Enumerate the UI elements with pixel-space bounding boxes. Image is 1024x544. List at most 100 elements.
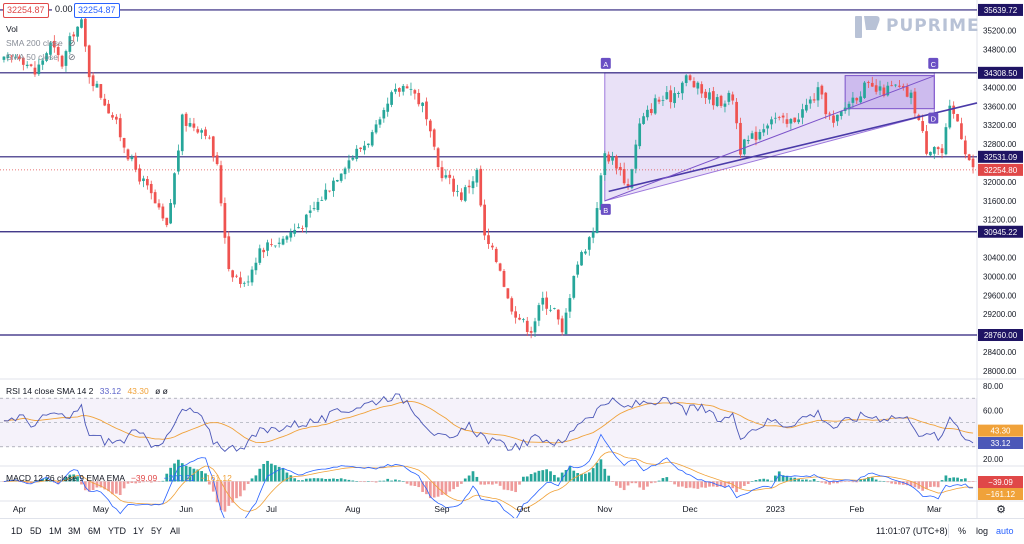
level-price-label: 32254.80 (984, 166, 1018, 175)
macd-histogram-bar (952, 477, 956, 482)
time-axis-label: Nov (597, 504, 613, 514)
macd-histogram-bar (890, 481, 894, 484)
timeframe-1y[interactable]: 1Y (133, 526, 144, 536)
candle-body (366, 143, 370, 146)
timeframe-ytd[interactable]: YTD (108, 526, 126, 536)
pattern-point-label: C (931, 60, 937, 69)
candle-body (607, 154, 611, 162)
chart-root[interactable]: 35200.00 34800.00 34000.00 33600.00 33200.00… (0, 0, 1024, 543)
candle-body (541, 297, 545, 305)
level-price-label: 35639.72 (984, 6, 1018, 15)
macd-histogram-bar (471, 471, 475, 482)
macd-legend[interactable]: MACD 12 26 close 9 EMA EMA −39.09 −200.2… (6, 473, 232, 483)
candle-body (242, 282, 246, 284)
sma200-label[interactable]: SMA 200 close (6, 38, 63, 48)
candle-body (762, 129, 766, 133)
percent-toggle[interactable]: % (958, 526, 966, 536)
brand-logo: PUPRIME (852, 10, 980, 42)
macd-histogram-bar (339, 478, 343, 482)
macd-histogram-bar (746, 481, 750, 484)
candle-body (250, 269, 254, 283)
price-tick-label: 32800.00 (983, 140, 1017, 149)
macd-histogram-bar (545, 469, 549, 482)
auto-toggle[interactable]: auto (996, 526, 1014, 536)
timeframe-6m[interactable]: 6M (88, 526, 101, 536)
macd-value-label: −39.09 (988, 478, 1013, 487)
candle-body (359, 147, 362, 149)
timeframe-5y[interactable]: 5Y (151, 526, 162, 536)
macd-histogram-bar (525, 476, 529, 482)
candle-body (347, 160, 351, 169)
candle-body (797, 119, 800, 123)
candle-body (812, 99, 816, 101)
macd-value-3: −161.12 (200, 473, 232, 483)
candle-body (339, 173, 343, 181)
clock-label[interactable]: 11:01:07 (UTC+8) (876, 526, 948, 536)
macd-histogram-bar (308, 478, 312, 482)
macd-histogram-bar (111, 481, 114, 495)
candle-body (382, 110, 386, 119)
candle-body (107, 103, 110, 114)
timeframe-1d[interactable]: 1D (11, 526, 23, 536)
candle-body (653, 98, 657, 114)
level-price-label: 34308.50 (984, 69, 1018, 78)
candle-body (479, 168, 483, 206)
price-tick-label: 34800.00 (983, 46, 1017, 55)
timeframe-3m[interactable]: 3M (68, 526, 81, 536)
candle-body (816, 87, 820, 101)
macd-histogram-bar (940, 480, 944, 482)
settings-gear-icon[interactable]: ⚙ (996, 503, 1006, 516)
macd-histogram-bar (839, 481, 843, 483)
log-toggle[interactable]: log (976, 526, 988, 536)
time-axis-label: Dec (683, 504, 699, 514)
candle-body (188, 123, 192, 127)
candle-body (711, 91, 715, 106)
candle-body (638, 123, 642, 147)
macd-histogram-bar (692, 481, 696, 489)
eye-off-icon[interactable]: ⊘ (68, 38, 76, 49)
candle-body (254, 262, 258, 271)
price-chart[interactable]: 35200.00 34800.00 34000.00 33600.00 33200.00… (0, 0, 1024, 518)
candle-body (153, 192, 157, 204)
candle-body (444, 175, 448, 178)
macd-histogram-bar (324, 478, 328, 482)
macd-histogram-bar (688, 481, 692, 488)
price-tick-label: 33200.00 (983, 121, 1017, 130)
candle-body (591, 231, 595, 238)
macd-histogram-bar (366, 481, 370, 482)
macd-histogram-bar (328, 478, 331, 482)
candle-body (870, 82, 874, 87)
macd-histogram-bar (281, 468, 285, 482)
timeframe-all[interactable]: All (170, 526, 180, 536)
macd-histogram-bar (677, 481, 680, 487)
candle-body (696, 82, 700, 89)
macd-histogram-bar (270, 463, 273, 482)
sma50-label[interactable]: SMA 50 close (6, 52, 58, 62)
macd-histogram-bar (285, 472, 289, 482)
volume-label[interactable]: Vol (6, 24, 18, 34)
macd-value-1: −39.09 (130, 473, 158, 483)
macd-histogram-bar (568, 466, 572, 482)
candle-body (770, 119, 773, 125)
macd-histogram-bar (250, 478, 254, 482)
macd-histogram-bar (351, 480, 355, 482)
rsi-legend[interactable]: RSI 14 close SMA 14 2 33.12 43.30 ø ø (6, 386, 168, 396)
candle-body (913, 91, 917, 114)
candle-body (363, 145, 366, 151)
rsi-sma-value: 43.30 (127, 386, 149, 396)
candle-body (37, 64, 41, 75)
candle-body (308, 210, 312, 213)
macd-histogram-bar (584, 473, 587, 482)
price-tick-label: 31200.00 (983, 216, 1017, 225)
candle-body (669, 90, 673, 103)
candle-body (118, 118, 122, 138)
timeframe-5d[interactable]: 5D (30, 526, 42, 536)
eye-off-icon[interactable]: ⊘ (68, 52, 76, 63)
candle-body (649, 108, 653, 114)
candle-body (64, 51, 68, 66)
candle-body (522, 319, 525, 321)
candle-body (33, 67, 37, 75)
time-axis-label: Jun (179, 504, 193, 514)
timeframe-1m[interactable]: 1M (49, 526, 62, 536)
macd-histogram-bar (646, 481, 649, 487)
